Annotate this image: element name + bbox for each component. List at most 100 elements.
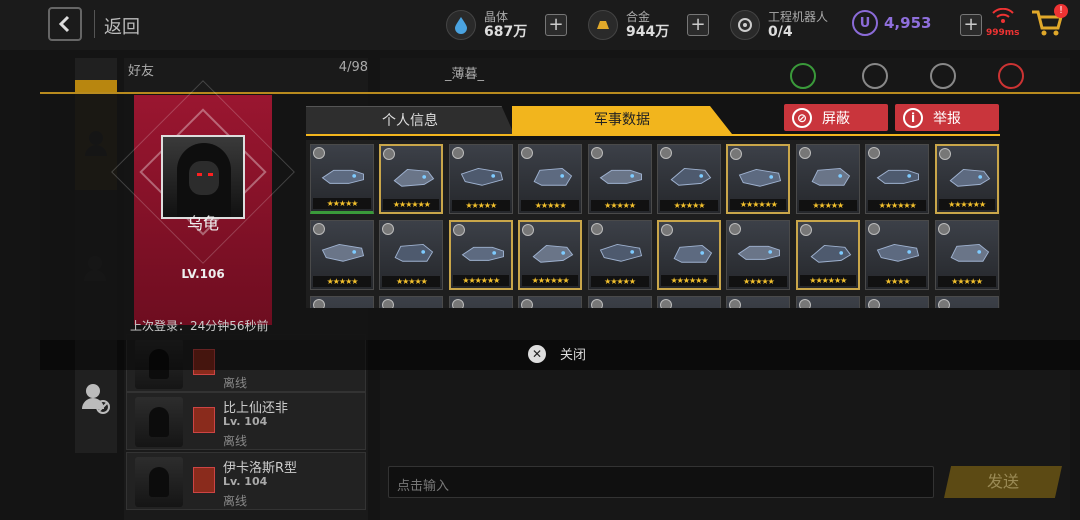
fleet-icon[interactable] [930,63,956,89]
ship-card[interactable] [310,296,374,308]
ship-card[interactable]: ★★★★★★ [865,144,930,214]
ship-card[interactable]: ★★★★★★ [795,220,860,290]
ship-stars: ★★★★★★ [868,200,927,211]
ship-card[interactable]: ★★★★ [865,220,930,290]
ship-card[interactable]: ★★★★★ [657,144,721,214]
ship-stars: ★★★★★ [937,276,996,287]
report-icon: i [903,107,923,128]
block-user-icon: ⊘ [792,107,812,128]
player-name: 乌龟 [186,214,219,233]
list-item[interactable]: 比上仙还非 Lv. 104 离线 [126,392,366,450]
ship-card[interactable] [379,296,444,308]
ship-stars: ★★★★★★ [452,275,509,286]
close-icon: ✕ [528,344,546,363]
ship-card[interactable]: ★★★★★ [934,220,999,290]
remove-friend-icon[interactable] [998,63,1024,89]
chat-input[interactable]: 点击输入 [388,466,934,498]
ship-card[interactable]: ★★★★★★ [518,220,583,290]
resource-label: 工程机器人 [768,10,829,24]
ship-card[interactable]: ★★★★★ [518,144,583,214]
ship-icon [460,167,503,186]
tab-military-data[interactable]: 军事数据 [512,106,732,134]
back-label[interactable]: 返回 [104,13,140,39]
gift-icon[interactable] [193,407,215,433]
add-crystal-button[interactable]: + [545,14,567,36]
add-credits-button[interactable]: + [960,14,982,36]
credits-icon: U [852,10,878,36]
ship-card[interactable]: ★★★★★ [310,220,374,290]
ship-icon [810,244,852,263]
ship-card[interactable]: ★★★★★★ [934,144,999,214]
resource-value: 0/4 [768,24,793,40]
ship-card[interactable]: ★★★★★★ [726,144,791,214]
ship-class-icon [590,223,603,235]
add-alloy-button[interactable]: + [687,14,709,36]
ship-card[interactable]: ★★★★★ [587,144,652,214]
last-login: 上次登录：24分钟56秒前 [130,319,269,333]
profile-card: 乌龟 LV.106 [111,80,295,325]
list-item[interactable]: 伊卡洛斯R型 Lv. 104 离线 [126,452,366,510]
ship-class-icon [522,224,535,236]
ship-class-icon [798,299,811,308]
ship-class-icon [382,223,395,235]
ship-icon [739,168,782,187]
ship-card[interactable] [865,296,930,308]
ship-card[interactable]: ★★★★★ [448,144,513,214]
ship-stars: ★★★★★★ [938,199,995,210]
send-button[interactable]: 发送 [944,466,1062,498]
ship-card[interactable]: ★★★★★ [379,220,444,290]
ship-class-icon [521,147,534,159]
resource-label: 晶体 [484,10,509,24]
ship-icon [811,167,850,186]
report-button[interactable]: i 举报 [895,104,999,131]
tab-personal-info[interactable]: 个人信息 [306,106,514,134]
ship-stars: ★★★★★ [590,276,649,287]
ship-stars: ★★★★★★ [522,275,579,286]
block-button[interactable]: ⊘ 屏蔽 [784,104,888,131]
ship-stars: ★★★★★ [590,200,649,211]
gift-icon[interactable] [193,467,215,493]
ship-stars: ★★★★★★ [383,199,440,210]
close-button[interactable]: ✕ 关闭 [528,344,586,363]
ship-class-icon [313,223,325,235]
ship-class-icon [451,299,464,308]
ship-card[interactable]: ★★★★★★ [657,220,721,290]
ship-class-icon [938,148,951,160]
ship-card[interactable] [448,296,513,308]
friend-status: 离线 [223,434,248,448]
friend-name: 比上仙还非 [223,401,289,416]
ship-class-icon [382,299,395,308]
ship-icon [599,169,642,184]
ship-card[interactable] [795,296,860,308]
robot-icon [730,10,760,40]
ship-card[interactable]: ★★★★★★ [379,144,444,214]
ship-card[interactable]: ★★★★★ [726,220,791,290]
back-button[interactable] [48,7,82,41]
ship-card[interactable] [587,296,652,308]
info-icon[interactable] [862,63,888,89]
ship-icon [599,243,642,262]
ship-icon [533,167,573,186]
ship-card[interactable]: ★★★★★ [587,220,652,290]
friends-count: 4/98 [338,60,368,75]
ship-icon [394,243,434,262]
shop-cart-button[interactable]: ! [1030,4,1068,40]
ship-card[interactable] [934,296,999,308]
ship-card[interactable]: ★★★★★ [310,144,374,214]
ship-card[interactable]: ★★★★★★ [448,220,513,290]
add-friend-icon[interactable] [790,63,816,89]
ship-card[interactable] [657,296,721,308]
ship-stars: ★★★★★ [798,200,857,211]
ship-card[interactable] [726,296,791,308]
close-label: 关闭 [560,348,587,363]
ship-class-icon [798,147,811,159]
ship-class-icon [730,148,743,160]
ship-icon [876,243,920,262]
ship-card[interactable] [518,296,583,308]
ship-class-icon [729,223,742,235]
ship-class-icon [868,223,881,235]
ship-card[interactable]: ★★★★★ [795,144,860,214]
ship-class-icon [313,147,325,159]
ship-icon [393,168,435,187]
resource-value: 944万 [626,24,670,40]
